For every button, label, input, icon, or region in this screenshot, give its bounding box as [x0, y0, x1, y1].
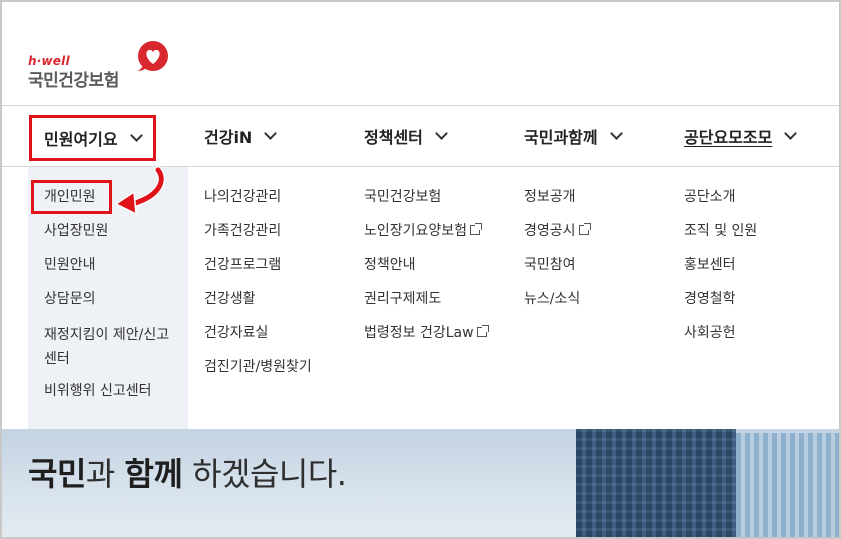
menu-column-policy: 국민건강보험 노인장기요양보험 정책안내 권리구제제도 법령정보 건강Law	[364, 187, 489, 357]
slogan-word: 과	[85, 455, 125, 493]
menu-link-business-minwon[interactable]: 사업장민원	[44, 221, 179, 241]
logo-name: 국민건강보험	[28, 71, 119, 91]
nav-item-about-corp[interactable]: 공단요모조모	[684, 106, 798, 166]
slogan-word: 하겠습니다.	[182, 455, 347, 493]
menu-link-misconduct-report[interactable]: 비위행위 신고센터	[44, 381, 179, 401]
nav-label: 공단요모조모	[684, 128, 773, 147]
menu-link-info-disclosure[interactable]: 정보공개	[524, 187, 589, 207]
nav-label: 건강iN	[204, 128, 253, 147]
building-image	[576, 429, 736, 539]
menu-link-management-disclosure[interactable]: 경영공시	[524, 221, 591, 241]
menu-link-family-health[interactable]: 가족건강관리	[204, 221, 312, 241]
highlight-box-personal-minwon	[31, 180, 112, 214]
menu-link-news[interactable]: 뉴스/소식	[524, 289, 589, 309]
nav-label: 국민과함께	[524, 128, 598, 147]
nav-item-with-citizens[interactable]: 국민과함께	[524, 106, 623, 166]
menu-link-consult[interactable]: 상담문의	[44, 289, 179, 309]
nav-item-health-in[interactable]: 건강iN	[204, 106, 278, 166]
chevron-down-icon	[435, 127, 448, 140]
banner-slogan: 국민과 함께 하겠습니다.	[28, 449, 347, 495]
menu-link-health-program[interactable]: 건강프로그램	[204, 255, 312, 275]
main-nav: 민원여기요 건강iN 정책센터 국민과함께 공단요모조모	[0, 105, 841, 167]
menu-link-finance-report[interactable]: 재정지킴이 제안/신고센터	[44, 323, 179, 371]
menu-column-about: 공단소개 조직 및 인원 홍보센터 경영철학 사회공헌	[684, 187, 757, 357]
menu-link-law-info[interactable]: 법령정보 건강Law	[364, 323, 489, 343]
menu-link-organization[interactable]: 조직 및 인원	[684, 221, 757, 241]
external-link-icon	[578, 223, 591, 235]
heart-logo-icon	[137, 41, 168, 71]
menu-link-philosophy[interactable]: 경영철학	[684, 289, 757, 309]
red-arrow-annotation	[114, 166, 166, 216]
nav-label: 정책센터	[364, 128, 423, 147]
menu-link-label: 경영공시	[524, 223, 576, 239]
slogan-word: 국민	[28, 455, 86, 493]
menu-column-health-in: 나의건강관리 가족건강관리 건강프로그램 건강생활 건강자료실 검진기관/병원찾…	[204, 187, 312, 391]
menu-link-pr-center[interactable]: 홍보센터	[684, 255, 757, 275]
external-link-icon	[476, 325, 489, 337]
menu-link-corp-intro[interactable]: 공단소개	[684, 187, 757, 207]
nav-item-policy-center[interactable]: 정책센터	[364, 106, 448, 166]
menu-link-health-life[interactable]: 건강생활	[204, 289, 312, 309]
menu-link-find-hospital[interactable]: 검진기관/병원찾기	[204, 357, 312, 377]
menu-link-policy-guide[interactable]: 정책안내	[364, 255, 487, 275]
site-header: h·well 국민건강보험	[0, 0, 841, 105]
menu-link-ltc-insurance[interactable]: 노인장기요양보험	[364, 221, 487, 241]
menu-link-rights-relief[interactable]: 권리구제제도	[364, 289, 487, 309]
menu-link-label: 노인장기요양보험	[364, 223, 468, 239]
chevron-down-icon	[264, 127, 278, 140]
slogan-word: 함께	[124, 455, 183, 493]
building-image-2	[736, 433, 841, 539]
menu-link-my-health[interactable]: 나의건강관리	[204, 187, 312, 207]
menu-link-citizen-participation[interactable]: 국민참여	[524, 255, 589, 275]
chevron-down-icon	[129, 129, 143, 142]
menu-column-minwon: 개인민원 사업장민원 민원안내 상담문의 재정지킴이 제안/신고센터 비위행위 …	[44, 187, 179, 415]
menu-link-minwon-guide[interactable]: 민원안내	[44, 255, 179, 275]
menu-link-health-resources[interactable]: 건강자료실	[204, 323, 312, 343]
menu-link-social-contribution[interactable]: 사회공헌	[684, 323, 757, 343]
menu-column-citizens: 정보공개 경영공시 국민참여 뉴스/소식	[524, 187, 591, 323]
site-logo[interactable]: h·well 국민건강보험	[28, 40, 178, 91]
menu-link-nhis[interactable]: 국민건강보험	[364, 187, 487, 207]
hero-banner: 국민과 함께 하겠습니다.	[0, 429, 841, 539]
menu-link-label: 법령정보 건강Law	[364, 325, 474, 341]
external-link-icon	[470, 223, 483, 235]
chevron-down-icon	[784, 127, 798, 140]
chevron-down-icon	[609, 127, 623, 140]
nav-label: 민원여기요	[44, 130, 118, 149]
nav-item-minwon[interactable]: 민원여기요	[29, 115, 156, 161]
